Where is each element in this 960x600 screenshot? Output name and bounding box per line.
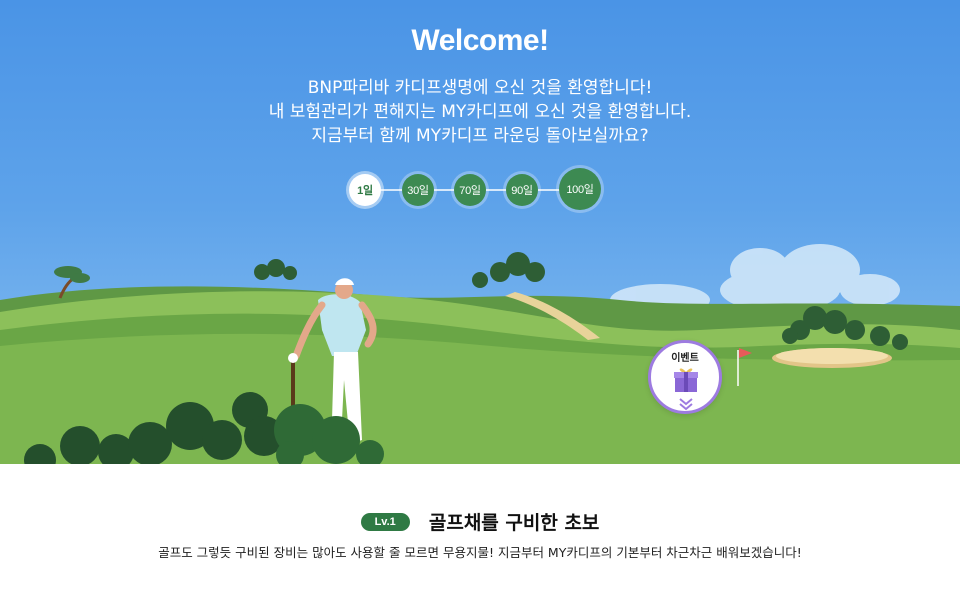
double-chevron-down-icon [679,398,693,411]
intro-line: BNP파리바 카디프생명에 오신 것을 환영합니다! [307,78,653,98]
hero-section: Welcome! BNP파리바 카디프생명에 오신 것을 환영합니다! 내 보험… [0,0,960,464]
event-label: 이벤트 [671,353,699,364]
gift-icon [674,368,698,392]
step-day-100[interactable]: 100일 [559,168,601,210]
level-badge: Lv.1 [360,512,410,531]
page: Welcome! BNP파리바 카디프생명에 오신 것을 환영합니다! 내 보험… [0,0,960,600]
event-button[interactable]: 이벤트 [648,340,722,414]
step-day-30[interactable]: 30일 [402,174,434,206]
intro-line: 지금부터 함께 MY카디프 라운딩 돌아보실까요? [311,126,649,146]
level-title: 골프채를 구비한 초보 [428,512,600,534]
level-description: 골프도 그렇듯 구비된 장비는 많아도 사용할 줄 모르면 무용지물! 지금부터… [158,545,802,560]
level-heading: Lv.1 골프채를 구비한 초보 [0,508,960,535]
golf-course-illustration [0,244,960,464]
intro-text: BNP파리바 카디프생명에 오신 것을 환영합니다! 내 보험관리가 편해지는 … [0,76,960,148]
welcome-title: Welcome! [411,24,549,57]
intro-line: 내 보험관리가 편해지는 MY카디프에 오신 것을 환영합니다. [268,102,692,122]
step-day-90[interactable]: 90일 [506,174,538,206]
step-day-70[interactable]: 70일 [454,174,486,206]
day-stepper: 1일 30일 70일 90일 100일 [349,168,603,214]
step-day-1[interactable]: 1일 [349,174,381,206]
